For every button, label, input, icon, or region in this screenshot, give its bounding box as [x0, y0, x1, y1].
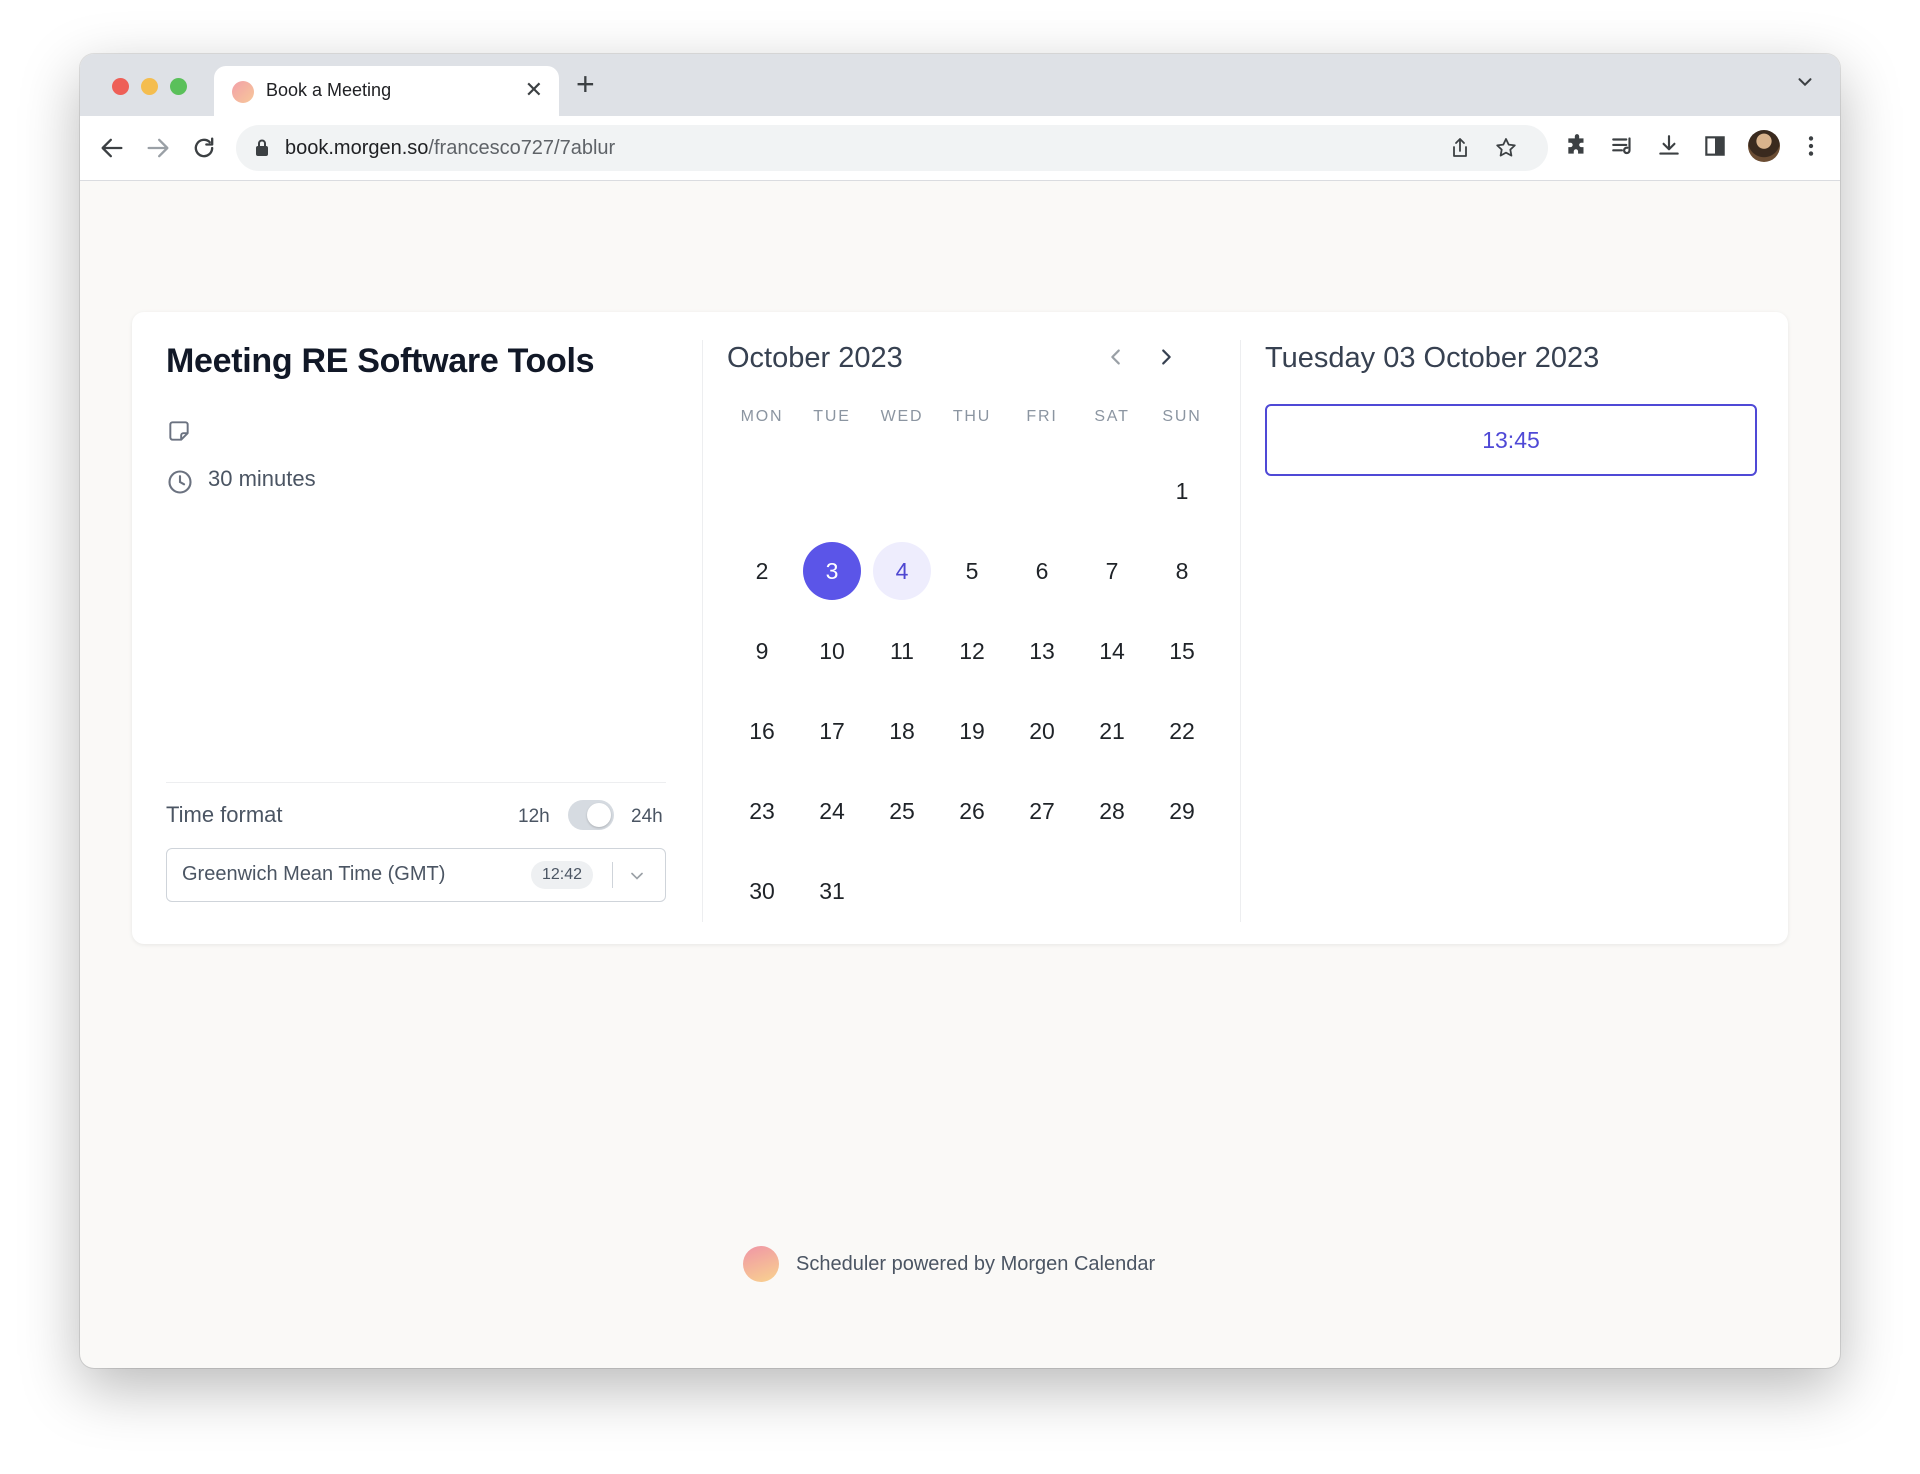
calendar-day-available[interactable]: 4 [873, 542, 931, 600]
calendar-day: 5 [965, 558, 979, 584]
bookmark-star-icon[interactable] [1494, 136, 1518, 160]
maximize-window-button[interactable] [170, 78, 187, 95]
weekday-header: THU [952, 408, 992, 425]
weekday-header: MON [740, 408, 784, 425]
calendar-panel: October 2023 MON TUE WED THU FRI SAT SUN… [703, 312, 1240, 944]
calendar-day: 23 [749, 798, 775, 824]
new-tab-button[interactable]: + [576, 66, 595, 103]
booking-card: Meeting RE Software Tools 30 minutes Tim… [132, 312, 1788, 944]
browser-toolbar: book.morgen.so/francesco727/7ablur [80, 116, 1840, 181]
morgen-favicon-icon [232, 81, 254, 103]
weekday-header: FRI [1026, 408, 1058, 425]
calendar-day: 1 [1175, 478, 1189, 504]
timezone-current-time-badge: 12:42 [531, 861, 594, 889]
tab-title: Book a Meeting [266, 80, 392, 100]
share-icon[interactable] [1448, 136, 1472, 160]
close-window-button[interactable] [112, 78, 129, 95]
calendar-day: 6 [1035, 558, 1049, 584]
calendar-day: 17 [819, 718, 845, 744]
forward-arrow-icon[interactable] [144, 134, 172, 162]
weekday-header: SAT [1094, 408, 1130, 425]
calendar-day: 26 [959, 798, 985, 824]
meeting-title: Meeting RE Software Tools [166, 342, 595, 380]
calendar-day: 27 [1029, 798, 1055, 824]
calendar-day: 14 [1099, 638, 1125, 664]
calendar-day: 13 [1029, 638, 1055, 664]
selected-date-label: Tuesday 03 October 2023 [1265, 342, 1600, 374]
previous-month-chevron-icon[interactable] [1105, 346, 1127, 368]
meeting-duration: 30 minutes [208, 466, 316, 491]
timezone-name: Greenwich Mean Time (GMT) [182, 863, 446, 885]
url-text: book.morgen.so/francesco727/7ablur [285, 137, 615, 160]
select-separator [612, 862, 613, 888]
sticky-note-icon [169, 421, 189, 441]
url-path: /francesco727/7ablur [428, 137, 616, 159]
calendar-day: 18 [889, 718, 915, 744]
calendar-day: 21 [1099, 718, 1125, 744]
url-host: book.morgen.so [285, 137, 429, 159]
chevron-down-icon[interactable] [627, 866, 647, 886]
calendar-day-selected[interactable]: 3 [803, 542, 861, 600]
calendar-day: 31 [819, 878, 845, 904]
reading-list-icon[interactable] [1610, 133, 1636, 159]
calendar-day: 28 [1099, 798, 1125, 824]
kebab-menu-icon[interactable] [1798, 133, 1824, 159]
calendar-day: 19 [959, 718, 985, 744]
powered-by-footer[interactable]: Scheduler powered by Morgen Calendar [796, 1253, 1155, 1276]
time-slot-button[interactable]: 13:45 [1265, 404, 1757, 476]
calendar-day: 16 [749, 718, 775, 744]
extensions-puzzle-icon[interactable] [1564, 133, 1590, 159]
morgen-logo-icon [743, 1246, 779, 1282]
time-format-12h-label: 12h [518, 806, 550, 827]
chevron-down-icon[interactable] [1794, 71, 1816, 93]
browser-window: Book a Meeting ✕ + book.morgen.so/france… [80, 54, 1840, 1368]
time-format-label: Time format [166, 802, 283, 827]
lock-icon [256, 139, 268, 156]
calendar-day: 8 [1175, 558, 1189, 584]
reload-icon[interactable] [190, 134, 218, 162]
meeting-details-panel: Meeting RE Software Tools 30 minutes Tim… [132, 312, 702, 944]
minimize-window-button[interactable] [141, 78, 158, 95]
time-format-toggle[interactable] [568, 800, 614, 830]
calendar-day: 30 [749, 878, 775, 904]
divider [166, 782, 666, 783]
calendar-month-label: October 2023 [727, 342, 903, 374]
clock-icon [168, 470, 192, 494]
calendar-day: 7 [1105, 558, 1119, 584]
timezone-select[interactable]: Greenwich Mean Time (GMT) 12:42 [166, 848, 666, 902]
profile-avatar[interactable] [1748, 130, 1780, 162]
calendar-day: 2 [755, 558, 769, 584]
time-slots-panel: Tuesday 03 October 2023 13:45 [1241, 312, 1788, 944]
calendar-day: 15 [1169, 638, 1195, 664]
calendar-day: 25 [889, 798, 915, 824]
weekday-header: TUE [813, 408, 851, 425]
calendar-day: 11 [890, 638, 914, 664]
calendar-day: 10 [819, 638, 845, 664]
tab-strip: Book a Meeting ✕ + [80, 54, 1840, 116]
tab-close-button[interactable]: ✕ [525, 77, 543, 103]
time-format-24h-label: 24h [631, 806, 663, 827]
calendar-day: 24 [819, 798, 845, 824]
back-arrow-icon[interactable] [98, 134, 126, 162]
calendar-day: 22 [1169, 718, 1195, 744]
calendar-day: 12 [959, 638, 985, 664]
side-panel-icon[interactable] [1702, 133, 1728, 159]
weekday-header: SUN [1162, 408, 1202, 425]
address-bar[interactable]: book.morgen.so/francesco727/7ablur [236, 125, 1548, 171]
weekday-header: WED [880, 408, 924, 425]
calendar-day: 9 [755, 638, 769, 664]
calendar-day: 20 [1029, 718, 1055, 744]
calendar-day: 29 [1169, 798, 1195, 824]
next-month-chevron-icon[interactable] [1155, 346, 1177, 368]
toggle-knob [587, 803, 611, 827]
download-icon[interactable] [1656, 133, 1682, 159]
browser-tab[interactable]: Book a Meeting ✕ [214, 66, 559, 116]
